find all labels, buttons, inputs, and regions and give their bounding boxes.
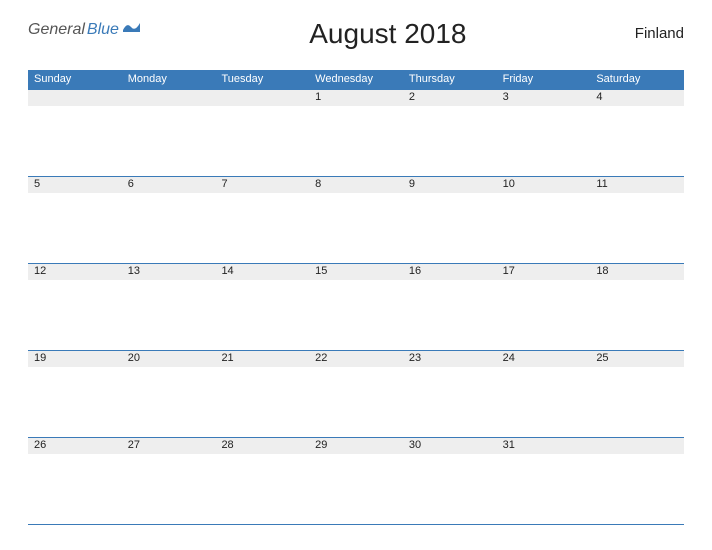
- day-cell: 4: [590, 90, 684, 176]
- day-cell: 1: [309, 90, 403, 176]
- header: General Blue August 2018 Finland: [28, 20, 684, 50]
- day-number: 9: [403, 177, 497, 193]
- day-cell: 28: [215, 438, 309, 524]
- day-number: 2: [403, 90, 497, 106]
- day-header-sunday: Sunday: [28, 70, 122, 90]
- day-number: 16: [403, 264, 497, 280]
- day-number: 23: [403, 351, 497, 367]
- day-number: 26: [28, 438, 122, 454]
- day-cell: 29: [309, 438, 403, 524]
- day-number: 3: [497, 90, 591, 106]
- day-number: 20: [122, 351, 216, 367]
- day-number: 4: [590, 90, 684, 106]
- day-cell: 3: [497, 90, 591, 176]
- day-number: 13: [122, 264, 216, 280]
- day-number: 11: [590, 177, 684, 193]
- week-row: 26 27 28 29 30 31: [28, 438, 684, 525]
- day-number: 28: [215, 438, 309, 454]
- day-number: 30: [403, 438, 497, 454]
- logo-blue-text: Blue: [87, 21, 119, 39]
- day-header-thursday: Thursday: [403, 70, 497, 90]
- day-cell: 11: [590, 177, 684, 263]
- week-row: 5 6 7 8 9 10 11: [28, 177, 684, 264]
- day-cell: 19: [28, 351, 122, 437]
- day-number: 24: [497, 351, 591, 367]
- day-headers-row: Sunday Monday Tuesday Wednesday Thursday…: [28, 70, 684, 90]
- day-cell: 13: [122, 264, 216, 350]
- day-cell: 26: [28, 438, 122, 524]
- day-header-monday: Monday: [122, 70, 216, 90]
- day-cell: 5: [28, 177, 122, 263]
- day-number: 17: [497, 264, 591, 280]
- day-number: 15: [309, 264, 403, 280]
- day-number: 7: [215, 177, 309, 193]
- day-number: 10: [497, 177, 591, 193]
- day-cell: 16: [403, 264, 497, 350]
- day-cell: 20: [122, 351, 216, 437]
- day-number: 31: [497, 438, 591, 454]
- day-cell: 22: [309, 351, 403, 437]
- day-cell: 25: [590, 351, 684, 437]
- day-cell: [28, 90, 122, 176]
- day-cell: [122, 90, 216, 176]
- day-cell: 17: [497, 264, 591, 350]
- day-number: 29: [309, 438, 403, 454]
- logo-general-text: General: [28, 21, 85, 39]
- day-cell: 15: [309, 264, 403, 350]
- day-number: 12: [28, 264, 122, 280]
- day-cell: 24: [497, 351, 591, 437]
- day-number: 22: [309, 351, 403, 367]
- day-cell: 27: [122, 438, 216, 524]
- calendar-grid: Sunday Monday Tuesday Wednesday Thursday…: [28, 70, 684, 525]
- day-cell: 6: [122, 177, 216, 263]
- day-number: 6: [122, 177, 216, 193]
- day-cell: 10: [497, 177, 591, 263]
- day-number: [215, 90, 309, 106]
- day-number: 18: [590, 264, 684, 280]
- day-header-friday: Friday: [497, 70, 591, 90]
- day-number: 27: [122, 438, 216, 454]
- day-number: [122, 90, 216, 106]
- day-cell: 23: [403, 351, 497, 437]
- logo: General Blue: [28, 20, 141, 39]
- day-number: 19: [28, 351, 122, 367]
- day-cell: 8: [309, 177, 403, 263]
- day-cell: 7: [215, 177, 309, 263]
- day-header-tuesday: Tuesday: [215, 70, 309, 90]
- day-header-saturday: Saturday: [590, 70, 684, 90]
- day-cell: 9: [403, 177, 497, 263]
- day-cell: 21: [215, 351, 309, 437]
- day-cell: 18: [590, 264, 684, 350]
- day-number: 8: [309, 177, 403, 193]
- day-cell: 31: [497, 438, 591, 524]
- week-row: 1 2 3 4: [28, 90, 684, 177]
- day-number: 25: [590, 351, 684, 367]
- logo-wave-icon: [123, 20, 141, 39]
- week-row: 12 13 14 15 16 17 18: [28, 264, 684, 351]
- day-header-wednesday: Wednesday: [309, 70, 403, 90]
- day-number: [590, 438, 684, 454]
- day-cell: [215, 90, 309, 176]
- country-label: Finland: [635, 25, 684, 42]
- day-cell: [590, 438, 684, 524]
- day-number: 14: [215, 264, 309, 280]
- day-number: 1: [309, 90, 403, 106]
- week-row: 19 20 21 22 23 24 25: [28, 351, 684, 438]
- day-number: [28, 90, 122, 106]
- day-number: 21: [215, 351, 309, 367]
- day-cell: 2: [403, 90, 497, 176]
- day-cell: 30: [403, 438, 497, 524]
- calendar-title: August 2018: [141, 18, 635, 50]
- day-cell: 12: [28, 264, 122, 350]
- day-number: 5: [28, 177, 122, 193]
- day-cell: 14: [215, 264, 309, 350]
